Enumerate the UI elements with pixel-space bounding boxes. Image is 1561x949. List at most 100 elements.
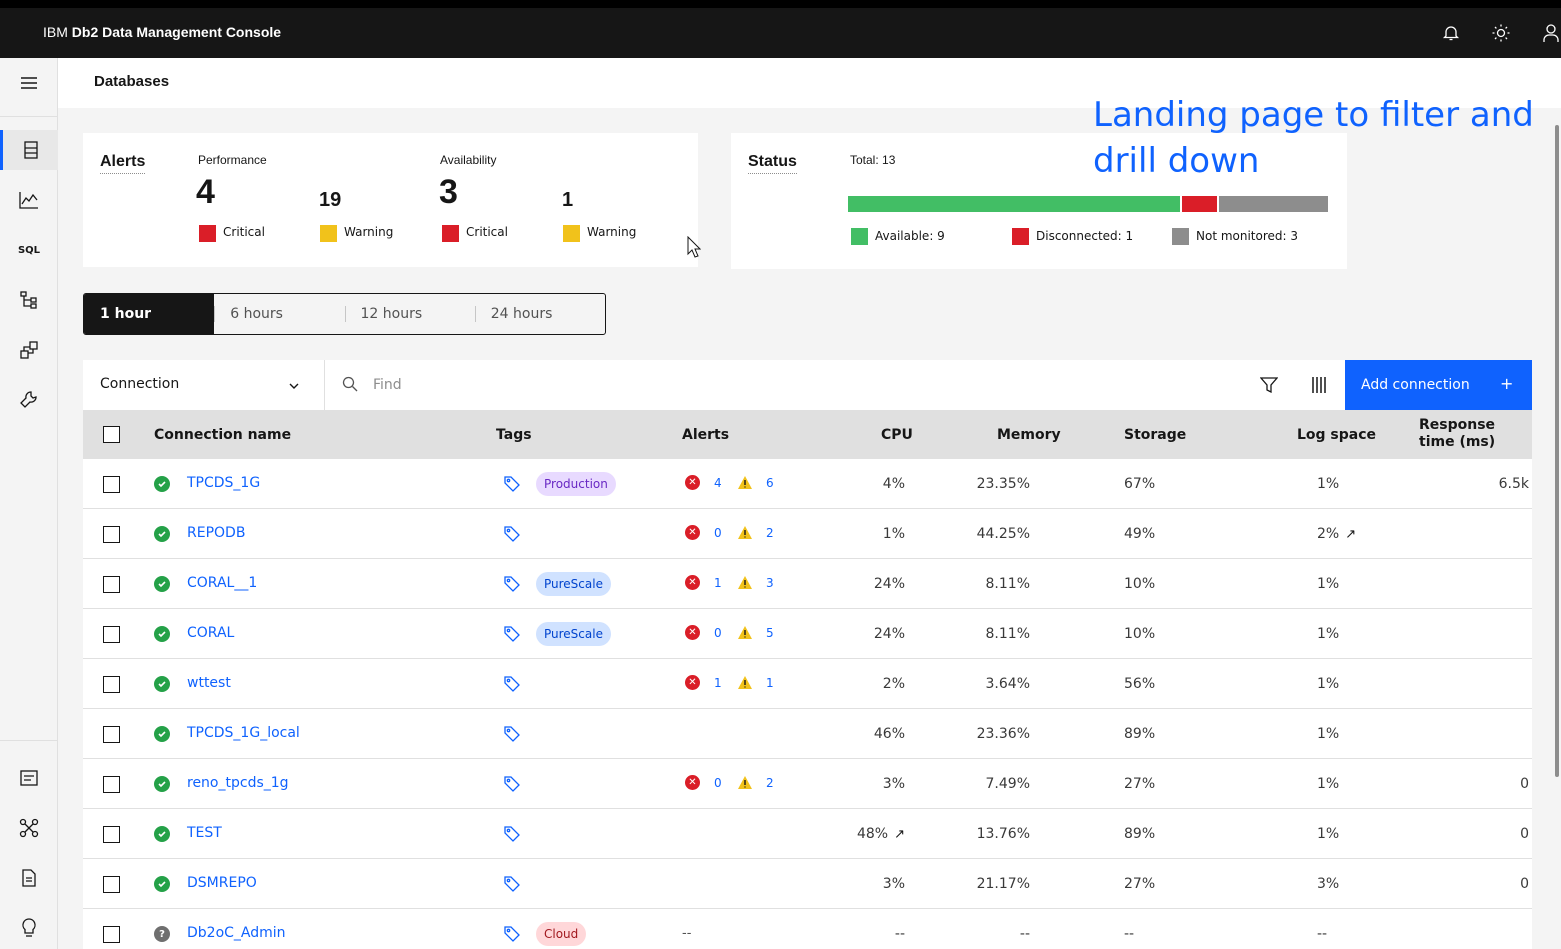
- row-checkbox[interactable]: [103, 726, 120, 743]
- search-input[interactable]: [373, 370, 1173, 400]
- connection-name-link[interactable]: REPODB: [187, 525, 245, 541]
- connection-name-link[interactable]: wttest: [187, 675, 231, 691]
- availability-critical-count[interactable]: 3: [439, 173, 458, 212]
- row-checkbox[interactable]: [103, 576, 120, 593]
- tag-icon[interactable]: [503, 825, 521, 847]
- performance-warning-count[interactable]: 19: [319, 189, 341, 212]
- row-checkbox[interactable]: [103, 676, 120, 693]
- status-bar-disconnected[interactable]: [1180, 196, 1218, 212]
- col-tags[interactable]: Tags: [496, 427, 532, 443]
- column-settings-icon[interactable]: [1307, 373, 1331, 397]
- status-bar-not-monitored[interactable]: [1217, 196, 1328, 212]
- connection-name-link[interactable]: reno_tpcds_1g: [187, 775, 289, 791]
- col-cpu[interactable]: CPU: [881, 427, 913, 443]
- brightness-icon[interactable]: [1488, 20, 1514, 46]
- availability-warning-count[interactable]: 1: [562, 189, 573, 212]
- col-storage[interactable]: Storage: [1124, 427, 1186, 443]
- col-log-space[interactable]: Log space: [1297, 427, 1376, 443]
- table-row[interactable]: CORAL PureScale ✕ 0 5 24% 8.11% 10% 1%: [83, 609, 1532, 659]
- connection-name-link[interactable]: Db2oC_Admin: [187, 925, 286, 941]
- tag-pill[interactable]: Cloud: [536, 922, 587, 946]
- notification-icon[interactable]: [1438, 20, 1464, 46]
- network-icon[interactable]: [0, 808, 58, 848]
- connection-name-link[interactable]: TPCDS_1G: [187, 475, 260, 491]
- connection-name-link[interactable]: CORAL: [187, 625, 234, 641]
- row-checkbox[interactable]: [103, 776, 120, 793]
- performance-critical-count[interactable]: 4: [196, 173, 215, 212]
- critical-alert-count[interactable]: 0: [714, 626, 722, 640]
- tag-icon[interactable]: [503, 725, 521, 747]
- row-checkbox[interactable]: [103, 926, 120, 943]
- table-row[interactable]: DSMREPO 3% 21.17% 27% 3% 0: [83, 859, 1532, 909]
- explain-tree-icon[interactable]: [0, 280, 58, 320]
- status-bar[interactable]: [848, 196, 1328, 212]
- select-all-checkbox[interactable]: [103, 426, 120, 443]
- connection-name-link[interactable]: TEST: [187, 825, 222, 841]
- col-memory[interactable]: Memory: [997, 427, 1061, 443]
- add-connection-button[interactable]: Add connection +: [1345, 360, 1532, 410]
- status-title[interactable]: Status: [748, 153, 797, 174]
- row-checkbox[interactable]: [103, 526, 120, 543]
- critical-alert-count[interactable]: 1: [714, 676, 722, 690]
- hamburger-menu-icon[interactable]: [0, 63, 58, 103]
- tag-pill[interactable]: Production: [536, 472, 616, 496]
- monitor-chart-icon[interactable]: [0, 180, 58, 220]
- critical-alert-count[interactable]: 4: [714, 476, 722, 490]
- tag-icon[interactable]: [503, 575, 521, 597]
- document-icon[interactable]: [0, 858, 58, 898]
- console-log-icon[interactable]: [0, 758, 58, 798]
- page-scrollbar[interactable]: [1555, 125, 1559, 777]
- sql-icon[interactable]: SQL: [0, 230, 58, 270]
- admin-wrench-icon[interactable]: [0, 380, 58, 420]
- filter-by-dropdown[interactable]: Connection: [83, 360, 325, 410]
- row-checkbox[interactable]: [103, 476, 120, 493]
- time-range-24-hours[interactable]: 24 hours: [474, 294, 605, 334]
- row-checkbox[interactable]: [103, 626, 120, 643]
- col-alerts[interactable]: Alerts: [682, 427, 729, 443]
- row-checkbox[interactable]: [103, 876, 120, 893]
- table-row[interactable]: reno_tpcds_1g ✕ 0 2 3% 7.49% 27% 1% 0: [83, 759, 1532, 809]
- tag-icon[interactable]: [503, 475, 521, 497]
- col-connection-name[interactable]: Connection name: [154, 427, 291, 443]
- time-range-1-hour[interactable]: 1 hour: [84, 294, 215, 334]
- tag-icon[interactable]: [503, 525, 521, 547]
- alerts-title[interactable]: Alerts: [100, 153, 146, 174]
- warning-alert-count[interactable]: 3: [766, 576, 774, 590]
- time-range-6-hours[interactable]: 6 hours: [214, 294, 344, 334]
- table-row[interactable]: ? Db2oC_Admin Cloud -- -- -- -- --: [83, 909, 1532, 949]
- table-row[interactable]: TPCDS_1G_local 46% 23.36% 89% 1%: [83, 709, 1532, 759]
- connection-name-link[interactable]: TPCDS_1G_local: [187, 725, 300, 741]
- table-row[interactable]: wttest ✕ 1 1 2% 3.64% 56% 1%: [83, 659, 1532, 709]
- warning-alert-count[interactable]: 5: [766, 626, 774, 640]
- table-row[interactable]: TPCDS_1G Production ✕ 4 6 4% 23.35% 67% 1% 6.5k: [83, 459, 1532, 509]
- critical-alert-count[interactable]: 0: [714, 526, 722, 540]
- col-response-time[interactable]: Response time (ms): [1419, 417, 1529, 451]
- table-row[interactable]: REPODB ✕ 0 2 1% 44.25% 49% 2% ↗: [83, 509, 1532, 559]
- connection-name-link[interactable]: DSMREPO: [187, 875, 257, 891]
- critical-alert-count[interactable]: 0: [714, 776, 722, 790]
- tag-icon[interactable]: [503, 675, 521, 697]
- warning-alert-count[interactable]: 2: [766, 776, 774, 790]
- row-checkbox[interactable]: [103, 826, 120, 843]
- warning-alert-count[interactable]: 1: [766, 676, 774, 690]
- jobs-icon[interactable]: [0, 330, 58, 370]
- warning-alert-count[interactable]: 6: [766, 476, 774, 490]
- tag-pill[interactable]: PureScale: [536, 572, 611, 596]
- tag-pill[interactable]: PureScale: [536, 622, 611, 646]
- critical-alert-count[interactable]: 1: [714, 576, 722, 590]
- app-brand[interactable]: IBM Db2 Data Management Console: [43, 24, 281, 40]
- connection-name-link[interactable]: CORAL__1: [187, 575, 257, 591]
- database-icon[interactable]: [0, 130, 58, 170]
- tag-icon[interactable]: [503, 925, 521, 947]
- warning-alert-count[interactable]: 2: [766, 526, 774, 540]
- filter-icon[interactable]: [1257, 373, 1281, 397]
- table-row[interactable]: CORAL__1 PureScale ✕ 1 3 24% 8.11% 10% 1%: [83, 559, 1532, 609]
- user-icon[interactable]: [1538, 20, 1561, 46]
- table-row[interactable]: TEST 48% ↗ 13.76% 89% 1% 0: [83, 809, 1532, 859]
- status-bar-available[interactable]: [848, 196, 1181, 212]
- tag-icon[interactable]: [503, 775, 521, 797]
- time-range-12-hours[interactable]: 12 hours: [344, 294, 475, 334]
- tag-icon[interactable]: [503, 625, 521, 647]
- tag-icon[interactable]: [503, 875, 521, 897]
- idea-bulb-icon[interactable]: [0, 908, 58, 948]
